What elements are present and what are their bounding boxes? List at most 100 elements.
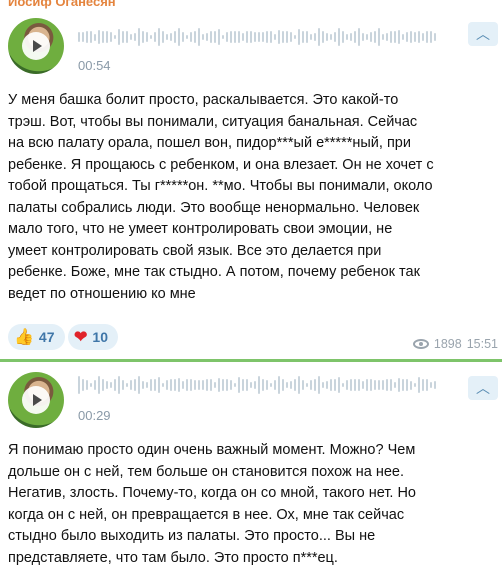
waveform-bar	[98, 30, 100, 44]
waveform-bar	[338, 377, 340, 393]
waveform-bar	[270, 31, 272, 43]
waveform-bar	[342, 31, 344, 43]
video-note-avatar[interactable]	[8, 18, 64, 74]
waveform-bar	[282, 379, 284, 391]
waveform-bar	[114, 34, 116, 40]
waveform-bar	[138, 28, 140, 46]
waveform-bar	[242, 378, 244, 392]
waveform-bar	[110, 32, 112, 42]
waveform-bar	[198, 379, 200, 391]
waveform-bar	[130, 33, 132, 41]
waveform-bar	[146, 381, 148, 389]
waveform-bar	[222, 379, 224, 391]
transcription-text: Я понимаю просто один очень важный момен…	[8, 442, 416, 566]
waveform-bar	[166, 33, 168, 41]
waveform-bar	[150, 34, 152, 40]
waveform-bar	[398, 29, 400, 45]
waveform-bar	[246, 379, 248, 391]
waveform-bar	[134, 378, 136, 392]
reaction-thumbs-up[interactable]: 👍 47	[8, 324, 65, 350]
waveform-bar	[378, 379, 380, 391]
reaction-count: 10	[92, 329, 108, 345]
waveform-bar	[126, 382, 128, 388]
waveform-bar	[246, 30, 248, 44]
waveform-bar	[78, 32, 80, 42]
waveform-bar	[266, 30, 268, 44]
waveform-bar	[174, 31, 176, 43]
collapse-transcription-button[interactable]: ︿	[468, 22, 498, 46]
waveform-bar	[402, 378, 404, 392]
play-icon[interactable]	[22, 386, 50, 414]
waveform-bar	[418, 376, 420, 394]
waveform-bar	[158, 27, 160, 47]
waveform-bar	[254, 381, 256, 389]
waveform-bar	[262, 378, 264, 392]
waveform-bar	[194, 30, 196, 44]
voice-waveform[interactable]	[78, 374, 436, 396]
waveform-bar	[134, 33, 136, 41]
waveform-bar	[390, 379, 392, 391]
waveform-bar	[82, 378, 84, 392]
waveform-bar	[158, 377, 160, 393]
waveform-bar	[230, 380, 232, 390]
waveform-bar	[414, 31, 416, 43]
voice-duration: 00:54	[78, 58, 111, 73]
waveform-bar	[210, 30, 212, 44]
waveform-bar	[250, 30, 252, 44]
waveform-bar	[190, 31, 192, 43]
waveform-bar	[234, 382, 236, 388]
waveform-bar	[306, 31, 308, 43]
waveform-bar	[102, 379, 104, 391]
waveform-bar	[374, 30, 376, 44]
waveform-bar	[374, 380, 376, 390]
waveform-bar	[250, 381, 252, 389]
waveform-bar	[434, 380, 436, 390]
waveform-bar	[342, 382, 344, 388]
waveform-bar	[322, 381, 324, 389]
reaction-heart[interactable]: ❤ 10	[68, 324, 118, 350]
waveform-bar	[338, 27, 340, 47]
waveform-bar	[422, 378, 424, 392]
waveform-bar	[434, 32, 436, 42]
waveform-bar	[210, 379, 212, 391]
waveform-bar	[82, 32, 84, 42]
waveform-bar	[386, 378, 388, 392]
waveform-bar	[162, 31, 164, 43]
waveform-bar	[138, 376, 140, 394]
waveform-bar	[94, 380, 96, 390]
waveform-bar	[414, 382, 416, 388]
waveform-bar	[194, 380, 196, 390]
waveform-bar	[310, 33, 312, 41]
waveform-bar	[430, 30, 432, 44]
waveform-bar	[154, 378, 156, 392]
waveform-bar	[170, 33, 172, 41]
waveform-bar	[262, 31, 264, 43]
play-icon[interactable]	[22, 32, 50, 60]
waveform-bar	[426, 379, 428, 391]
waveform-bar	[162, 382, 164, 388]
transcription-text: У меня башка болит просто, раскалывается…	[8, 92, 434, 302]
waveform-bar	[298, 28, 300, 46]
voice-duration: 00:29	[78, 408, 111, 423]
waveform-bar	[354, 379, 356, 391]
waveform-bar	[362, 381, 364, 389]
collapse-transcription-button[interactable]: ︿	[468, 376, 498, 400]
waveform-bar	[394, 381, 396, 389]
video-note-avatar[interactable]	[8, 372, 64, 428]
waveform-bar	[346, 34, 348, 40]
waveform-bar	[314, 378, 316, 392]
waveform-bar	[390, 30, 392, 44]
waveform-bar	[150, 379, 152, 391]
waveform-bar	[86, 379, 88, 391]
waveform-bar	[278, 30, 280, 44]
waveform-bar	[110, 381, 112, 389]
thumbs-up-icon: 👍	[14, 329, 34, 346]
sender-name[interactable]: Иосиф Оганесян	[8, 0, 116, 9]
waveform-bar	[294, 34, 296, 40]
voice-waveform[interactable]	[78, 26, 436, 48]
waveform-bar	[362, 32, 364, 42]
waveform-bar	[226, 31, 228, 43]
waveform-bar	[226, 378, 228, 392]
waveform-bar	[382, 34, 384, 40]
waveform-bar	[354, 30, 356, 44]
